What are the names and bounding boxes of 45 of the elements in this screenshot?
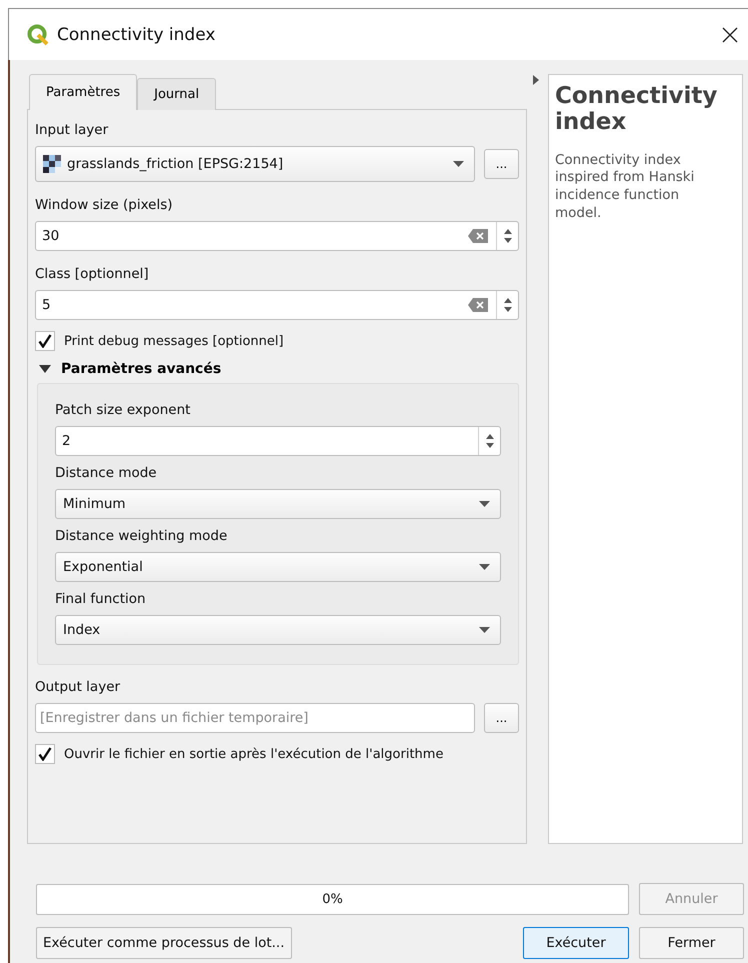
dropdown[interactable]: Exponential [55, 552, 501, 582]
expand-arrow-icon[interactable] [533, 75, 539, 85]
spin-field[interactable]: 30 [35, 221, 519, 251]
spin-field[interactable]: 2 [55, 426, 501, 456]
checkbox-label: Ouvrir le fichier en sortie après l'exécution de l'algorithme [64, 746, 444, 762]
spin-arrows-icon[interactable] [484, 433, 494, 449]
batch-button[interactable]: Exécuter comme processus de lot... [36, 927, 292, 959]
app-logo-icon [27, 24, 49, 46]
field-label: Output layer [35, 679, 122, 695]
field-label: Class [optionnel] [35, 266, 150, 282]
tab[interactable]: Journal [137, 78, 216, 110]
raster-layer-icon [43, 155, 61, 173]
field-label: Distance mode [55, 465, 158, 481]
dropdown-arrow-icon [453, 161, 464, 167]
field-label: Final function [55, 591, 147, 607]
tab[interactable]: Paramètres [29, 74, 138, 110]
help-title: Connectivity index [555, 83, 718, 136]
browse-button[interactable]: ... [484, 703, 519, 733]
spin-arrows-icon[interactable] [502, 297, 512, 313]
expand-triangle-icon[interactable] [39, 365, 51, 373]
window-title: Connectivity index [57, 24, 216, 44]
dropdown-arrow-icon [479, 501, 490, 507]
spin-field[interactable]: 5 [35, 290, 519, 320]
close-icon[interactable] [722, 26, 738, 42]
run-button[interactable]: Exécuter [523, 927, 629, 959]
clear-icon[interactable] [468, 298, 488, 312]
section-header[interactable]: Paramètres avancés [35, 361, 519, 377]
clear-icon[interactable] [468, 229, 488, 243]
dropdown-arrow-icon [479, 564, 490, 570]
checkbox[interactable] [35, 331, 55, 351]
checkbox[interactable] [35, 744, 55, 764]
layer-select[interactable]: grasslands_friction [EPSG:2154] [35, 146, 475, 182]
progress-bar: 0% [36, 884, 629, 914]
field-label: Patch size exponent [55, 402, 192, 418]
field-label: Input layer [35, 122, 110, 138]
help-text: Connectivity index inspired from Hanski incidence function model. [555, 152, 696, 222]
dropdown[interactable]: Minimum [55, 489, 501, 519]
close-button[interactable]: Fermer [639, 927, 744, 959]
dropdown[interactable]: Index [55, 615, 501, 645]
field-label: Distance weighting mode [55, 528, 228, 544]
spin-arrows-icon[interactable] [502, 228, 512, 244]
browse-button[interactable]: ... [484, 149, 519, 179]
field-label: Window size (pixels) [35, 197, 174, 213]
dropdown-arrow-icon [479, 627, 490, 633]
checkbox-label: Print debug messages [optionnel] [64, 334, 284, 348]
